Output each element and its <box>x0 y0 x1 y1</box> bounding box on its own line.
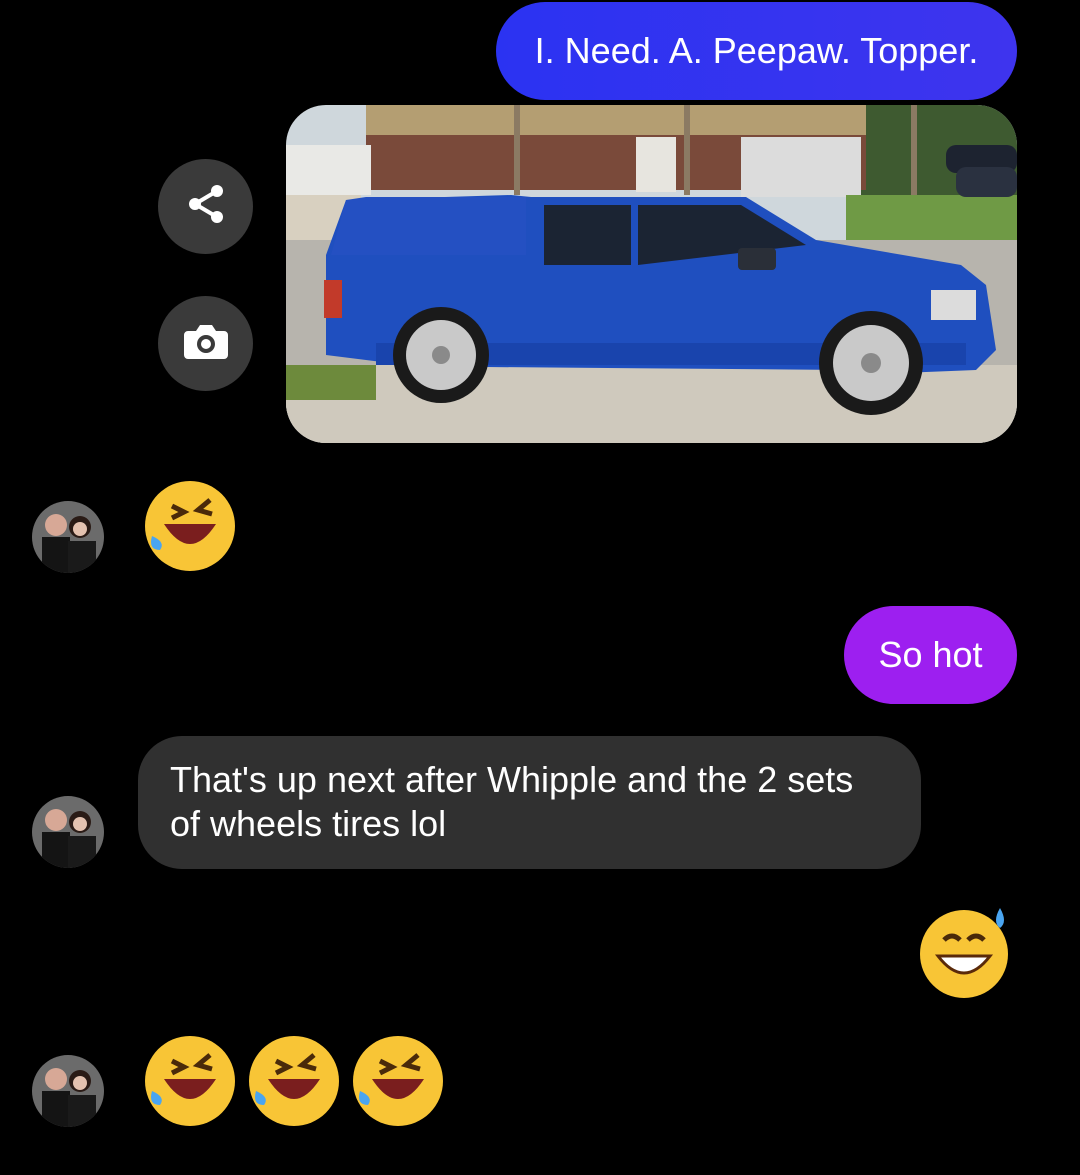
message-text: So hot <box>878 634 983 675</box>
sent-photo[interactable] <box>286 105 1017 443</box>
message-text: That's up next after Whipple and the 2 s… <box>170 759 854 844</box>
save-photo-button[interactable] <box>158 296 253 391</box>
avatar[interactable] <box>32 796 104 868</box>
truck-photo-image <box>286 105 1017 443</box>
sent-message-bubble[interactable]: I. Need. A. Peepaw. Topper. <box>496 2 1017 100</box>
received-message-bubble[interactable]: That's up next after Whipple and the 2 s… <box>138 736 921 869</box>
rolling-on-floor-laughing-emoji <box>246 1033 342 1129</box>
rolling-on-floor-laughing-emoji <box>350 1033 446 1129</box>
avatar[interactable] <box>32 1055 104 1127</box>
share-icon <box>184 182 228 231</box>
sent-message-bubble[interactable]: So hot <box>844 606 1017 704</box>
avatar[interactable] <box>32 501 104 573</box>
rolling-on-floor-laughing-emoji <box>142 1033 238 1129</box>
rolling-on-floor-laughing-emoji <box>142 478 238 574</box>
share-button[interactable] <box>158 159 253 254</box>
message-text: I. Need. A. Peepaw. Topper. <box>534 30 979 71</box>
grinning-face-with-sweat-emoji <box>916 904 1012 1000</box>
camera-icon <box>182 319 230 368</box>
